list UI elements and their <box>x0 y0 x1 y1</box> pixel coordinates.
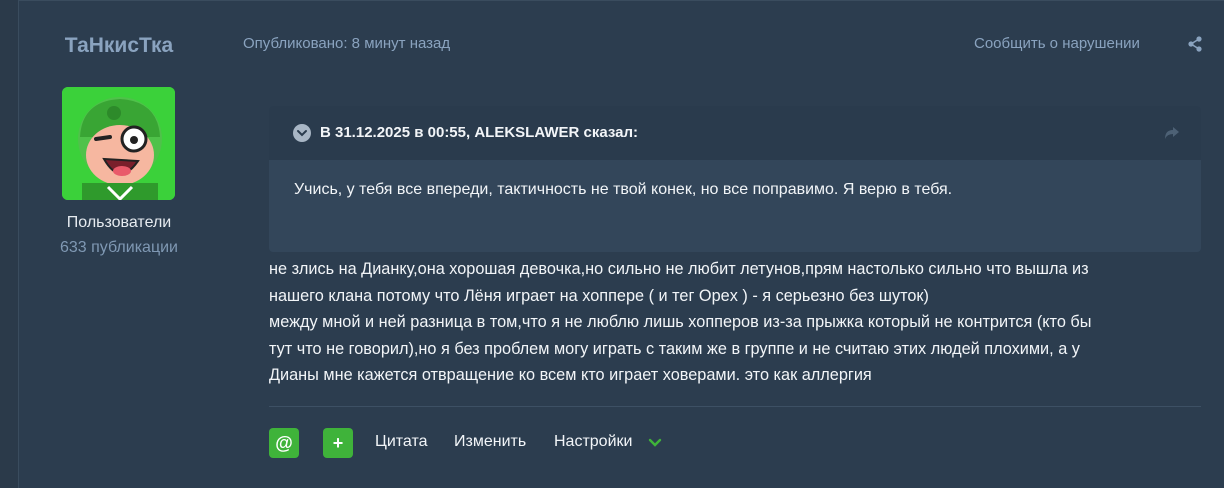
quote-header: В 31.12.2025 в 00:55, ALEKSLAWER сказал: <box>269 106 1201 160</box>
reply-arrow-icon[interactable] <box>1163 125 1181 141</box>
multiquote-button[interactable]: + <box>323 428 353 458</box>
author-panel: ТаНкисТка Пользователи 633 публикации <box>19 1 219 488</box>
settings-button[interactable]: Настройки <box>554 433 632 451</box>
mention-button[interactable]: @ <box>269 428 299 458</box>
post-line: не злись на Дианку,она хорошая девочка,н… <box>269 260 1089 278</box>
chevron-down-icon[interactable] <box>648 436 662 450</box>
edit-button[interactable]: Изменить <box>454 433 526 451</box>
post-content: не злись на Дианку,она хорошая девочка,н… <box>269 256 1204 389</box>
post-line: тут что не говорил),но я без проблем мог… <box>269 339 1080 358</box>
post-line: Дианы мне кажется отвращение ко всем кто… <box>269 366 872 384</box>
quote-title: В 31.12.2025 в 00:55, ALEKSLAWER сказал: <box>320 124 638 141</box>
post-line: нашего клана потому что Лёня играет на х… <box>269 286 929 305</box>
report-link[interactable]: Сообщить о нарушении <box>974 35 1140 52</box>
post-date[interactable]: Опубликовано: 8 минут назад <box>243 35 450 52</box>
chevron-down-circle-icon[interactable] <box>293 124 311 142</box>
quote-block: В 31.12.2025 в 00:55, ALEKSLAWER сказал:… <box>269 106 1201 252</box>
avatar[interactable] <box>62 87 175 200</box>
divider <box>269 406 1201 407</box>
post-line: между мной и ней разница в том,что я не … <box>269 313 1092 331</box>
author-post-count: 633 публикации <box>60 239 178 256</box>
share-icon[interactable] <box>1186 35 1204 53</box>
quote-button[interactable]: Цитата <box>375 433 428 451</box>
avatar-image <box>62 87 175 200</box>
post-card: ТаНкисТка Пользователи 633 публикации Оп… <box>18 0 1224 488</box>
author-username[interactable]: ТаНкисТка <box>19 34 219 58</box>
quote-text: Учись, у тебя все впереди, тактичность н… <box>294 181 953 198</box>
author-group: Пользователи <box>66 214 172 231</box>
